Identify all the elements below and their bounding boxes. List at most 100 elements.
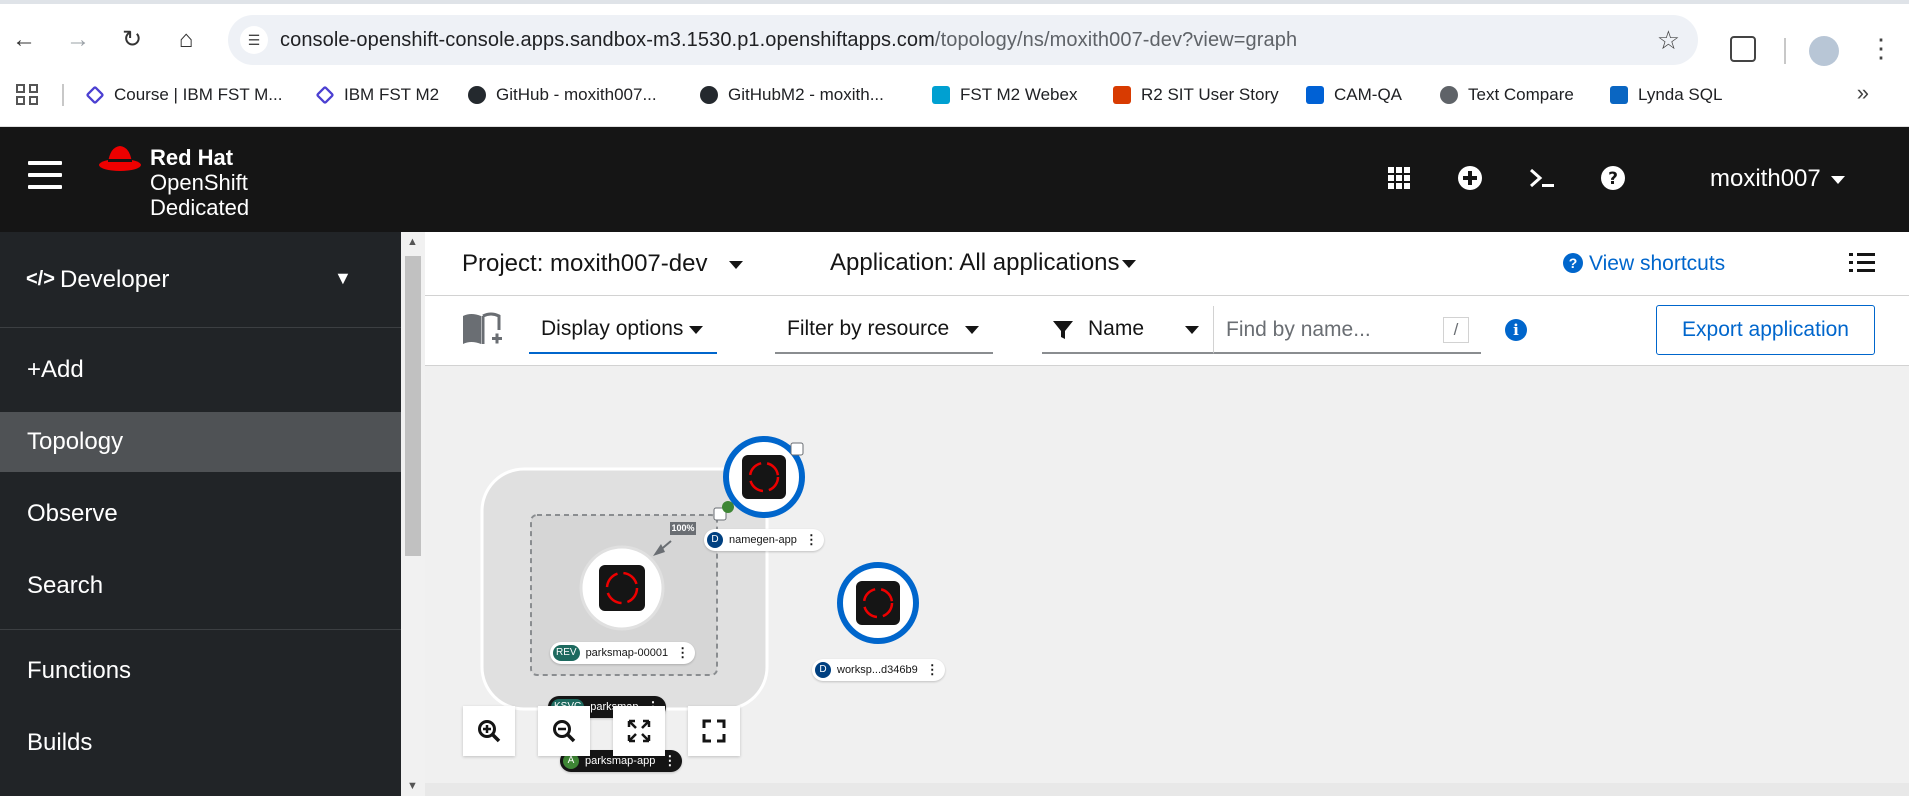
chevron-down-icon bbox=[965, 326, 979, 334]
chevron-down-icon bbox=[1185, 326, 1199, 334]
traffic-percent: 100% bbox=[671, 523, 695, 533]
bookmark-label: Course | IBM FST M... bbox=[114, 85, 283, 104]
topology-canvas[interactable]: 100% Dnamegen-app⋮ REVparksmap-00001⋮ KS… bbox=[425, 366, 1909, 796]
sidebar-item-add[interactable]: +Add bbox=[0, 340, 401, 400]
bookmark-item[interactable]: Lynda SQL bbox=[1610, 82, 1722, 108]
chevron-down-icon bbox=[689, 326, 703, 334]
view-shortcuts-link[interactable]: ? View shortcuts bbox=[1563, 252, 1725, 276]
site-info-icon[interactable]: ☰ bbox=[240, 26, 268, 54]
zoom-out-button[interactable] bbox=[538, 706, 590, 756]
export-application-button[interactable]: Export application bbox=[1656, 305, 1875, 355]
apps-grid-icon[interactable] bbox=[16, 84, 40, 106]
profile-avatar[interactable] bbox=[1809, 36, 1839, 66]
extensions-icon[interactable] bbox=[1730, 36, 1756, 62]
bookmark-item[interactable]: GitHub - moxith007... bbox=[468, 82, 657, 108]
svg-text:?: ? bbox=[1608, 169, 1618, 189]
open-url-icon[interactable] bbox=[790, 442, 804, 456]
back-icon[interactable]: ← bbox=[10, 26, 38, 54]
application-launcher-icon[interactable] bbox=[1384, 163, 1414, 193]
sidebar-scrollbar[interactable]: ▲ ▼ bbox=[401, 232, 425, 796]
url-text: console-openshift-console.apps.sandbox-m… bbox=[280, 29, 1297, 52]
brand-red-hat: Red Hat bbox=[150, 145, 234, 170]
sidebar-item-search[interactable]: Search bbox=[0, 556, 401, 616]
bookmark-item[interactable]: Course | IBM FST M... bbox=[85, 82, 283, 108]
project-caret-icon bbox=[729, 260, 744, 269]
sidebar-item-topology[interactable]: Topology bbox=[0, 412, 401, 472]
lynda-icon bbox=[1610, 86, 1628, 104]
filter-by-resource-label: Filter by resource bbox=[787, 317, 950, 340]
address-bar[interactable]: ☰ console-openshift-console.apps.sandbox… bbox=[228, 15, 1698, 65]
zoom-in-icon bbox=[478, 720, 501, 743]
webex-icon bbox=[932, 86, 950, 104]
bookmark-label: GitHub - moxith007... bbox=[496, 85, 657, 104]
user-menu[interactable]: moxith007 bbox=[1710, 165, 1845, 193]
bookmark-item[interactable]: FST M2 Webex bbox=[932, 82, 1077, 108]
main-content: Project: moxith007-dev Application: All … bbox=[425, 232, 1909, 796]
scroll-down-icon[interactable]: ▼ bbox=[407, 780, 418, 792]
bookmark-label: GitHubM2 - moxith... bbox=[728, 85, 884, 104]
node-label-text: parksmap-00001 bbox=[585, 647, 669, 659]
reset-view-button[interactable] bbox=[688, 706, 740, 756]
search-placeholder: Find by name... bbox=[1226, 318, 1371, 341]
bookmark-star-icon[interactable]: ☆ bbox=[1657, 25, 1680, 56]
list-view-icon[interactable] bbox=[1849, 252, 1875, 274]
node-label-text: namegen-app bbox=[729, 534, 797, 546]
node-label-text: worksp...d346b9 bbox=[837, 664, 918, 676]
sidebar-item-observe[interactable]: Observe bbox=[0, 484, 401, 544]
forward-icon[interactable]: → bbox=[64, 26, 92, 54]
project-selector[interactable]: Project: moxith007-dev bbox=[462, 250, 744, 278]
sidebar-item-label: Builds bbox=[27, 729, 93, 756]
reload-icon[interactable]: ↻ bbox=[118, 26, 146, 54]
zoom-out-icon bbox=[553, 720, 576, 743]
zoom-in-button[interactable] bbox=[463, 706, 515, 756]
perspective-switcher[interactable]: </> Developer ▼ bbox=[0, 232, 401, 328]
find-by-name-input[interactable]: Find by name... / bbox=[1213, 306, 1481, 354]
kebab-icon[interactable]: ⋮ bbox=[663, 753, 676, 769]
bookmark-item[interactable]: R2 SIT User Story bbox=[1113, 82, 1279, 108]
display-options-select[interactable]: Display options bbox=[529, 306, 717, 354]
perspective-label: Developer bbox=[60, 266, 170, 293]
quick-create-icon[interactable] bbox=[1455, 163, 1485, 193]
sidebar-item-functions[interactable]: Functions bbox=[0, 641, 401, 701]
deployment-badge: D bbox=[815, 662, 831, 678]
workspace-label[interactable]: Dworksp...d346b9 ⋮ bbox=[812, 659, 945, 681]
info-icon[interactable]: i bbox=[1505, 319, 1527, 341]
view-shortcuts-label: View shortcuts bbox=[1589, 252, 1726, 275]
deployment-badge: D bbox=[707, 532, 723, 548]
bookmark-item[interactable]: IBM FST M2 bbox=[315, 82, 439, 108]
fit-to-screen-button[interactable] bbox=[613, 706, 665, 756]
help-icon[interactable]: ? bbox=[1598, 163, 1628, 193]
home-icon[interactable]: ⌂ bbox=[172, 26, 200, 54]
hamburger-menu-icon[interactable] bbox=[28, 161, 62, 189]
code-icon: </> bbox=[26, 268, 55, 290]
kebab-icon[interactable]: ⋮ bbox=[805, 532, 818, 548]
add-to-project-book-icon[interactable] bbox=[461, 310, 505, 350]
bookmark-item[interactable]: CAM-QA bbox=[1306, 82, 1402, 108]
filter-type-select[interactable]: Name bbox=[1042, 306, 1213, 354]
address-row: ← → ↻ ⌂ ☰ console-openshift-console.apps… bbox=[0, 12, 1909, 68]
perspective-caret-icon: ▼ bbox=[334, 268, 352, 288]
revision-badge: REV bbox=[553, 645, 580, 661]
build-success-icon bbox=[722, 501, 734, 513]
display-options-label: Display options bbox=[541, 317, 684, 340]
scroll-up-icon[interactable]: ▲ bbox=[407, 236, 418, 248]
revision-label[interactable]: REV parksmap-00001 ⋮ bbox=[550, 642, 696, 664]
browser-menu-icon[interactable]: ⋮ bbox=[1868, 34, 1894, 62]
kebab-icon[interactable]: ⋮ bbox=[676, 645, 689, 661]
diamond-icon bbox=[85, 85, 105, 105]
project-label: Project: moxith007-dev bbox=[462, 250, 708, 277]
sidebar-item-label: Observe bbox=[27, 500, 118, 527]
namegen-app-label[interactable]: Dnamegen-app ⋮ bbox=[704, 529, 824, 551]
bookmark-item[interactable]: GitHubM2 - moxith... bbox=[700, 82, 884, 108]
kebab-icon[interactable]: ⋮ bbox=[926, 662, 939, 678]
more-bookmarks-icon[interactable]: » bbox=[1857, 80, 1869, 106]
sidebar-item-label: Search bbox=[27, 572, 104, 599]
application-selector[interactable]: Application: All applications bbox=[830, 249, 1136, 277]
bookmark-item[interactable]: Text Compare bbox=[1440, 82, 1574, 108]
context-bar: Project: moxith007-dev Application: All … bbox=[425, 232, 1909, 296]
sidebar-item-builds[interactable]: Builds bbox=[0, 713, 401, 773]
scrollbar-thumb[interactable] bbox=[405, 256, 421, 556]
terminal-icon[interactable] bbox=[1527, 163, 1557, 193]
filter-by-resource-select[interactable]: Filter by resource bbox=[775, 306, 993, 354]
horizontal-scrollbar[interactable] bbox=[425, 783, 1909, 796]
